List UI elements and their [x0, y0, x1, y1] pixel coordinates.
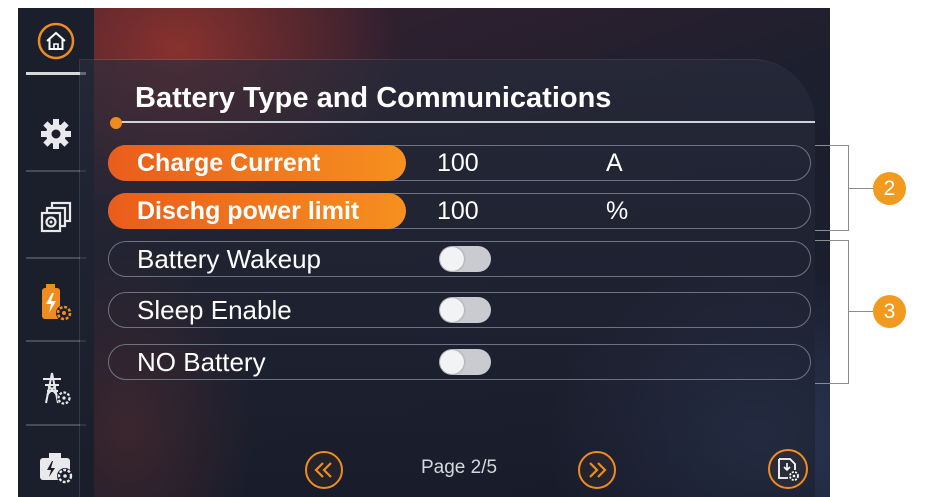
page-indicator: Page 2/5 — [421, 457, 498, 478]
callout-bracket — [815, 240, 849, 384]
battery-wakeup-label: Battery Wakeup — [137, 244, 322, 274]
title-marker-dot — [110, 117, 122, 129]
toggle-knob — [440, 298, 464, 322]
battery-wakeup-toggle[interactable] — [439, 246, 491, 272]
no-battery-toggle[interactable] — [439, 349, 491, 375]
callout-bracket — [815, 145, 849, 231]
charge-current-unit: A — [606, 149, 623, 177]
charge-current-label: Charge Current — [108, 145, 406, 181]
sidebar-divider — [26, 257, 86, 259]
settings-gear-icon[interactable] — [36, 114, 76, 154]
system-settings-icon[interactable] — [36, 198, 76, 238]
double-chevron-left-icon — [314, 462, 332, 478]
toggle-knob — [440, 350, 464, 374]
sleep-enable-label: Sleep Enable — [137, 295, 292, 325]
sidebar-divider — [26, 170, 86, 172]
grid-settings-icon[interactable] — [36, 369, 76, 409]
sidebar-divider — [26, 424, 86, 426]
previous-page-button[interactable] — [305, 451, 343, 489]
save-settings-icon — [778, 458, 799, 481]
page-title: Battery Type and Communications — [135, 82, 612, 114]
sidebar-divider — [26, 72, 86, 75]
home-icon[interactable] — [36, 21, 76, 61]
generator-settings-icon[interactable] — [36, 448, 76, 488]
callout-badge: 2 — [873, 172, 906, 205]
title-underline — [118, 121, 815, 123]
save-settings-button[interactable] — [768, 449, 808, 489]
next-page-button[interactable] — [578, 451, 616, 489]
charge-current-value[interactable]: 100 — [437, 145, 479, 181]
dischg-power-limit-label: Dischg power limit — [108, 193, 406, 229]
double-chevron-right-icon — [589, 462, 607, 478]
dischg-power-limit-unit: % — [606, 197, 629, 225]
dischg-power-limit-value[interactable]: 100 — [437, 193, 479, 229]
callout-badge: 3 — [873, 295, 906, 328]
toggle-knob — [440, 247, 464, 271]
battery-settings-icon[interactable] — [36, 283, 76, 323]
callout-leader — [849, 188, 874, 189]
no-battery-label: NO Battery — [137, 347, 266, 377]
content-panel — [80, 60, 815, 497]
sleep-enable-toggle[interactable] — [439, 297, 491, 323]
sidebar-divider — [26, 340, 86, 342]
callout-leader — [849, 311, 874, 312]
